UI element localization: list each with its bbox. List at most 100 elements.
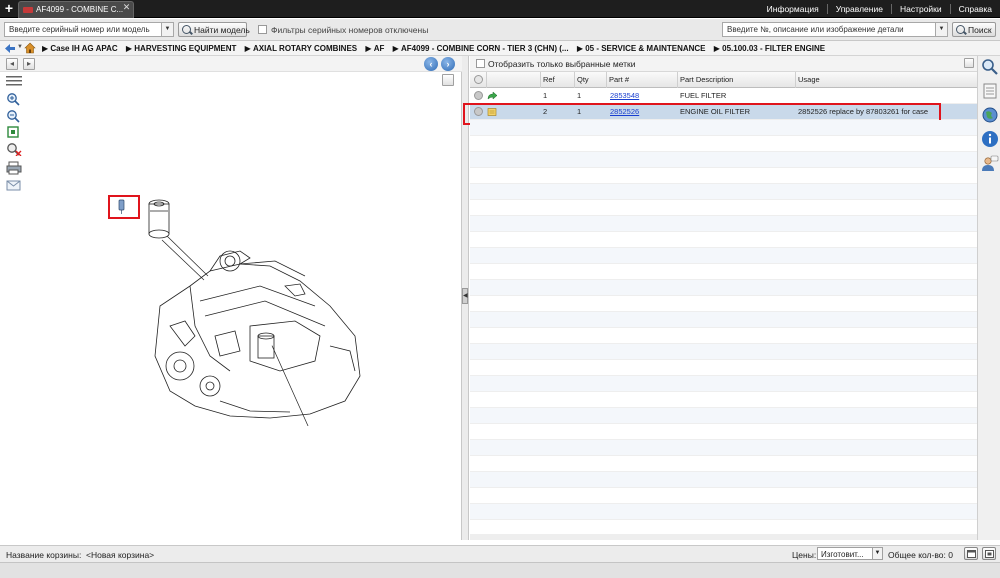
empty-row	[470, 328, 977, 344]
breadcrumb-item[interactable]: ▶ Case IH AG APAC	[42, 44, 118, 53]
cart-status-bar: Название корзины: <Новая корзина> Цены: …	[0, 545, 1000, 562]
hamburger-icon[interactable]	[6, 74, 22, 88]
menu-settings[interactable]: Настройки	[890, 4, 950, 14]
price-source-select[interactable]: Изготовит... ▼	[817, 547, 883, 560]
maximize-icon	[985, 550, 994, 558]
chevron-down-icon[interactable]: ▼	[872, 548, 882, 559]
document-list-icon[interactable]	[981, 82, 999, 100]
row-ref: 1	[543, 91, 548, 100]
zoom-out-icon[interactable]	[6, 109, 22, 123]
cart-name-value[interactable]: <Новая корзина>	[86, 550, 154, 560]
search-icon	[182, 25, 191, 34]
empty-row	[470, 408, 977, 424]
clear-selection-icon[interactable]	[6, 142, 22, 156]
breadcrumb-item[interactable]: ▶ AF4099 - COMBINE CORN - TIER 3 (CHN) (…	[393, 44, 569, 53]
next-illustration-icon[interactable]: ›	[441, 57, 455, 71]
row-description: FUEL FILTER	[680, 91, 727, 100]
empty-row	[470, 360, 977, 376]
empty-row	[470, 296, 977, 312]
back-arrow-icon[interactable]	[4, 43, 16, 54]
email-icon[interactable]	[6, 178, 22, 192]
search-button[interactable]: Поиск	[952, 22, 996, 37]
empty-row	[470, 472, 977, 488]
serial-model-input[interactable]: Введите серийный номер или модель ▼	[4, 22, 174, 37]
zoom-in-icon[interactable]	[6, 92, 22, 106]
column-usage[interactable]: Usage	[798, 75, 820, 84]
grid-options-icon[interactable]	[964, 58, 974, 68]
empty-row	[470, 248, 977, 264]
menu-info[interactable]: Информация	[759, 4, 827, 14]
breadcrumb-items: ▶ Case IH AG APAC ▶ HARVESTING EQUIPMENT…	[42, 44, 831, 53]
fit-window-icon[interactable]	[442, 74, 454, 86]
serial-model-placeholder: Введите серийный номер или модель	[9, 25, 150, 34]
total-quantity: Общее кол-во: 0	[888, 550, 953, 560]
collapse-arrow-icon[interactable]: ◀	[462, 288, 468, 304]
search-icon[interactable]	[981, 58, 999, 76]
table-row[interactable]: 1 1 2853548 FUEL FILTER	[470, 88, 977, 104]
empty-row	[470, 184, 977, 200]
empty-row	[470, 168, 977, 184]
panel-splitter[interactable]: ◀	[462, 56, 469, 540]
empty-row	[470, 344, 977, 360]
find-model-button[interactable]: Найти модель	[178, 22, 250, 37]
callout-marker-icon[interactable]	[118, 199, 125, 214]
empty-row	[470, 120, 977, 136]
empty-row	[470, 152, 977, 168]
menu-help[interactable]: Справка	[949, 4, 1000, 14]
empty-row	[470, 312, 977, 328]
column-part[interactable]: Part #	[609, 75, 629, 84]
empty-row	[470, 232, 977, 248]
row-part-link[interactable]: 2853548	[610, 91, 639, 100]
show-selected-checkbox[interactable]	[476, 59, 485, 68]
empty-row	[470, 488, 977, 504]
chevron-down-icon[interactable]: ▼	[935, 23, 947, 36]
right-tool-strip	[977, 56, 1000, 540]
home-icon[interactable]	[24, 42, 36, 54]
serial-filter-checkbox[interactable]	[258, 25, 267, 34]
cart-view-button[interactable]	[964, 547, 978, 560]
search-toolbar: Введите серийный номер или модель ▼ Найт…	[0, 19, 1000, 41]
breadcrumb-item[interactable]: ▶ AXIAL ROTARY COMBINES	[245, 44, 358, 53]
green-arrow-icon	[487, 91, 498, 100]
empty-row	[470, 456, 977, 472]
parts-list-resize-handle[interactable]	[470, 534, 977, 540]
column-qty[interactable]: Qty	[577, 75, 589, 84]
breadcrumb-item[interactable]: ▶ HARVESTING EQUIPMENT	[126, 44, 236, 53]
breadcrumb-item[interactable]: ▶ 05 - SERVICE & MAINTENANCE	[577, 44, 706, 53]
engine-block-drawing	[154, 250, 361, 419]
globe-icon[interactable]	[981, 106, 999, 124]
user-chat-icon[interactable]	[981, 154, 999, 172]
add-all-icon[interactable]	[474, 75, 483, 84]
add-to-cart-icon[interactable]	[474, 91, 483, 100]
window-icon	[967, 550, 976, 558]
oil-filter-drawing	[148, 199, 170, 239]
prev-page-icon[interactable]: ◂	[6, 58, 18, 70]
show-selected-label: Отобразить только выбранные метки	[488, 59, 636, 69]
cart-expand-button[interactable]	[982, 547, 996, 560]
chevron-down-icon[interactable]: ▼	[17, 44, 23, 50]
search-button-label: Поиск	[968, 25, 992, 35]
empty-row	[470, 440, 977, 456]
info-icon[interactable]	[981, 130, 999, 148]
breadcrumb-item[interactable]: ▶ AF	[365, 44, 384, 53]
menu-manage[interactable]: Управление	[826, 4, 891, 14]
top-menu: Информация Управление Настройки Справка	[759, 0, 1000, 18]
column-ref[interactable]: Ref	[543, 75, 555, 84]
engine-illustration[interactable]: 1	[100, 186, 380, 426]
breadcrumb-item[interactable]: ▶ 05.100.03 - FILTER ENGINE	[714, 44, 825, 53]
part-search-input[interactable]: Введите №, описание или изображение дета…	[722, 22, 948, 37]
new-tab-icon[interactable]: +	[2, 1, 16, 16]
case-logo-icon	[23, 7, 33, 13]
column-description[interactable]: Part Description	[680, 75, 733, 84]
print-icon[interactable]	[6, 161, 22, 175]
empty-row	[470, 136, 977, 152]
next-page-icon[interactable]: ▸	[23, 58, 35, 70]
tab-active[interactable]: AF4099 - COMBINE C... ✕	[18, 1, 134, 18]
footer-strip	[0, 562, 1000, 578]
chevron-down-icon[interactable]: ▼	[161, 23, 173, 36]
cart-name-label: Название корзины:	[6, 550, 82, 560]
close-icon[interactable]: ✕	[122, 3, 131, 12]
empty-row	[470, 392, 977, 408]
fit-to-screen-icon[interactable]	[6, 125, 22, 139]
prev-illustration-icon[interactable]: ‹	[424, 57, 438, 71]
